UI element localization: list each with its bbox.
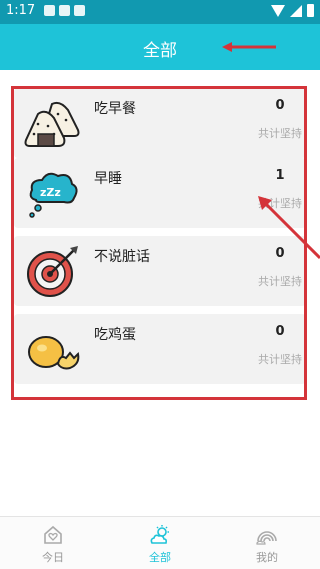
signal-icon	[290, 4, 302, 17]
tab-all[interactable]: 全部	[107, 517, 213, 569]
battery-icon	[307, 4, 314, 17]
notification-icon	[74, 5, 85, 16]
heart-house-icon	[44, 525, 62, 544]
status-time: 1:17	[6, 3, 36, 18]
sun-cloud-icon	[150, 525, 169, 544]
tab-label: 全部	[149, 551, 171, 564]
tab-mine[interactable]: 我的	[214, 517, 320, 569]
annotation-arrow	[222, 42, 276, 52]
wifi-icon	[271, 4, 285, 17]
tab-today[interactable]: 今日	[0, 517, 106, 569]
bottom-tab-bar: 今日 全部 我的	[0, 516, 320, 569]
notification-icon	[44, 5, 55, 16]
annotation-arrow	[258, 196, 320, 260]
notification-icons	[44, 5, 85, 16]
tab-label: 我的	[256, 551, 278, 564]
tab-label: 今日	[42, 551, 64, 564]
system-icons	[271, 4, 314, 17]
rainbow-icon	[256, 531, 277, 545]
status-bar: 1:17	[0, 0, 320, 24]
notification-icon	[59, 5, 70, 16]
app-bar: 全部	[0, 24, 320, 70]
